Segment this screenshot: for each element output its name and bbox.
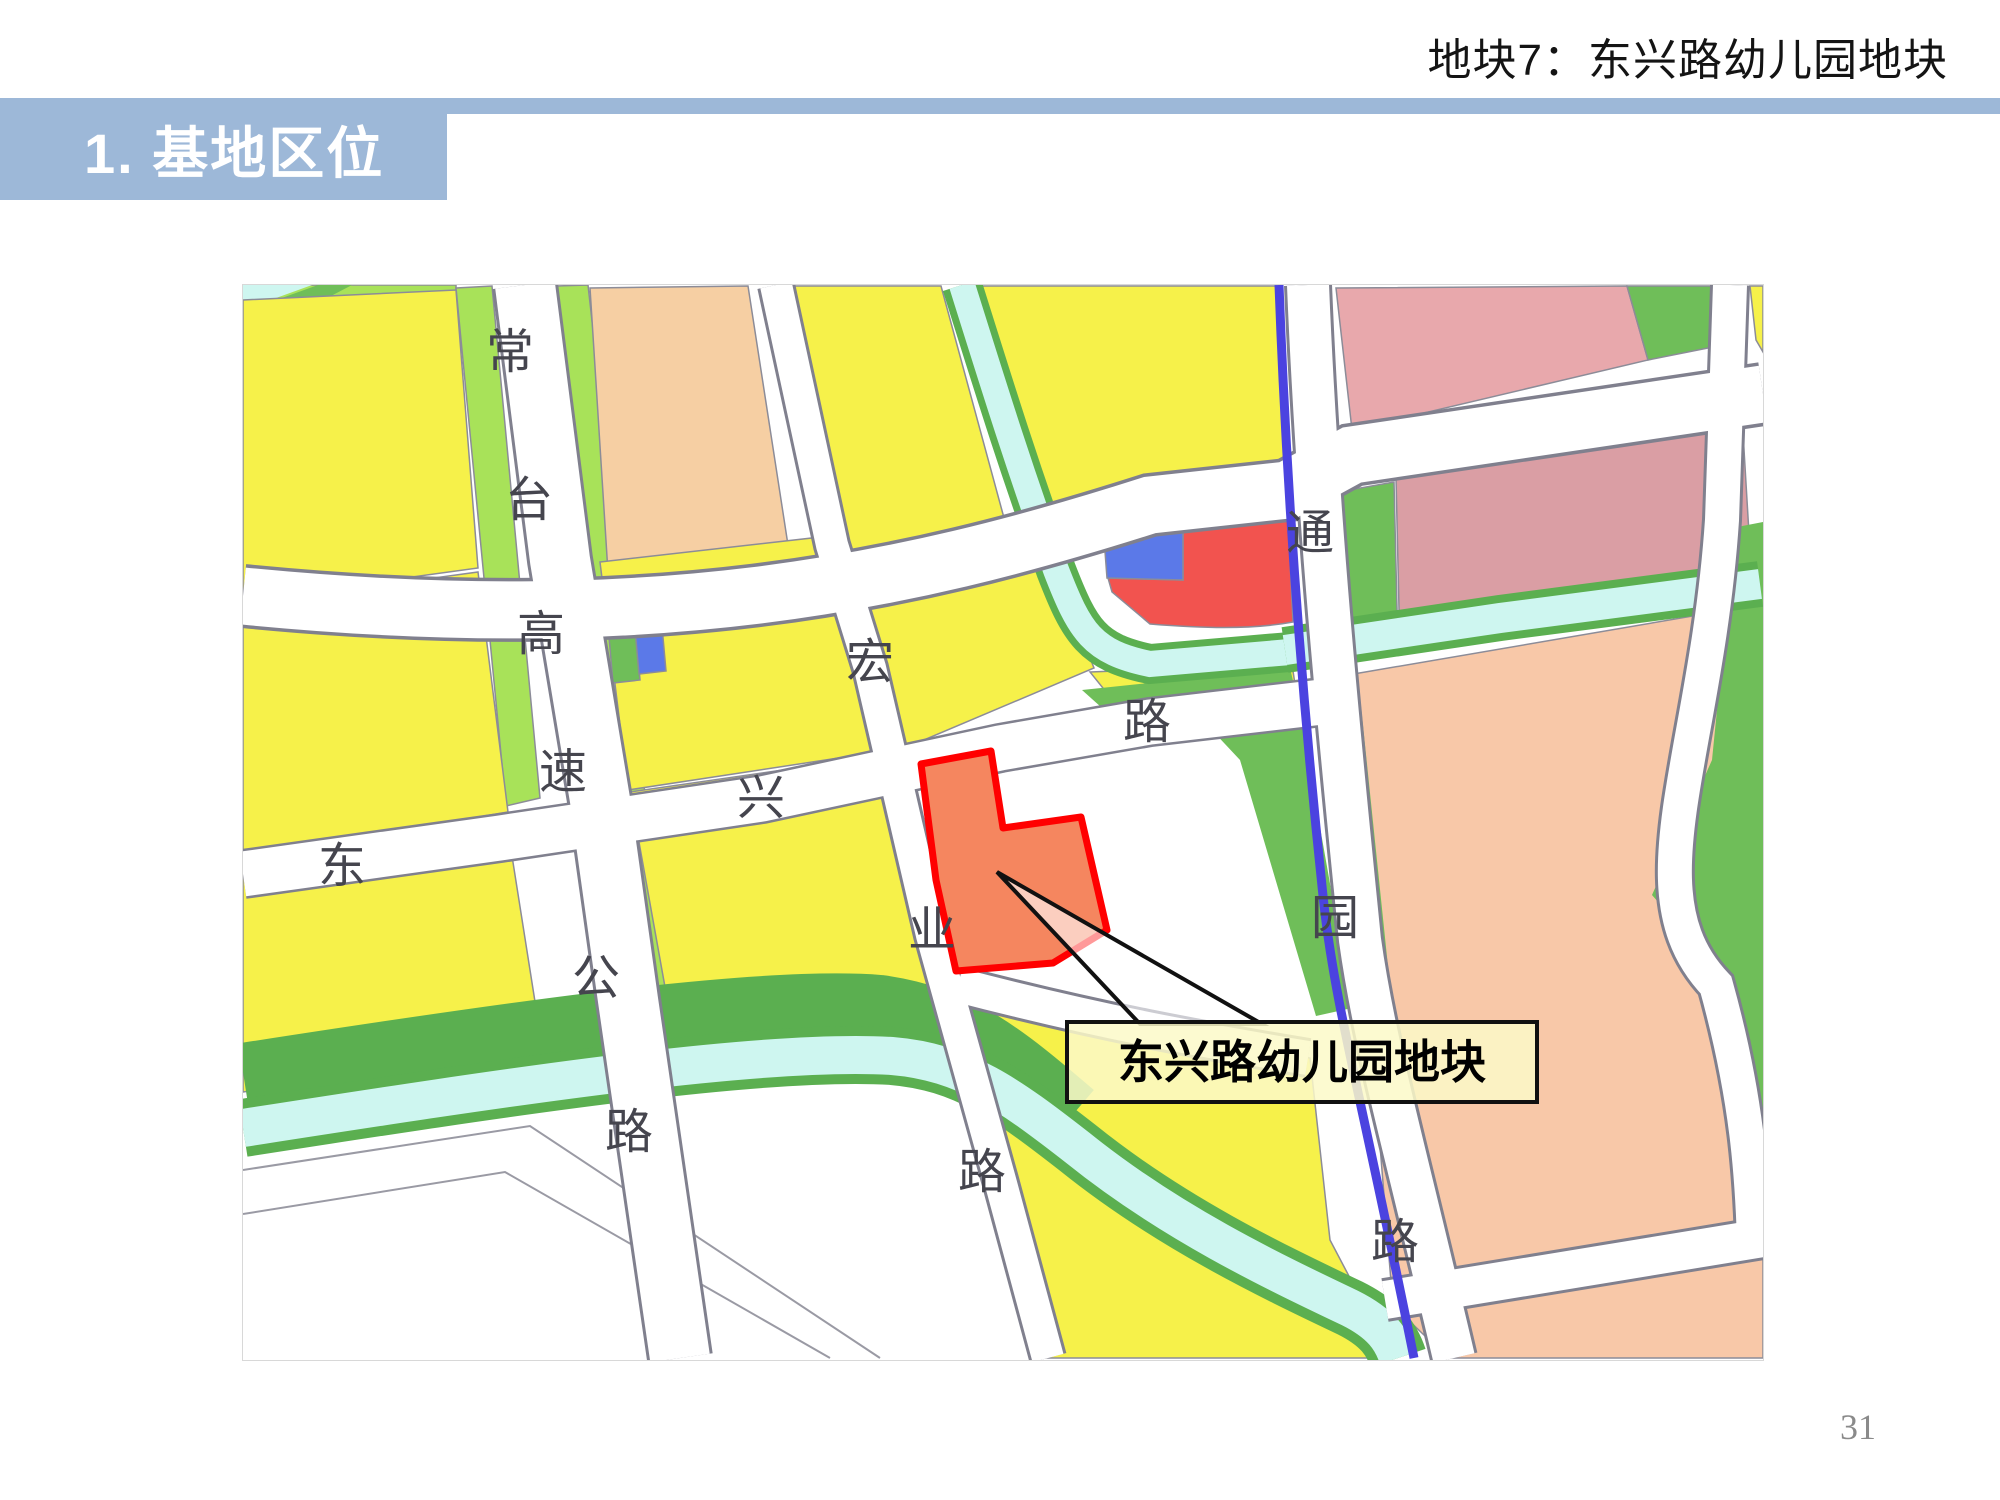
plan-boundary-lines xyxy=(243,1126,880,1358)
road-label-char: 路 xyxy=(1371,1216,1419,1269)
callout-label: 东兴路幼儿园地块 xyxy=(1118,1036,1486,1088)
road-label-char: 园 xyxy=(1311,892,1359,945)
boundary-line-outer xyxy=(243,1126,880,1358)
road-label-char: 路 xyxy=(1123,696,1171,749)
road-label-char: 宏 xyxy=(846,636,894,689)
road-label-char: 常 xyxy=(486,326,534,379)
road-label-char: 公 xyxy=(572,952,620,1005)
boundary-line-inner xyxy=(243,1172,830,1358)
section-header-bar: 1. 基地区位 xyxy=(0,98,447,200)
road-label-char: 业 xyxy=(908,904,956,957)
road-label-char: 高 xyxy=(517,608,565,661)
parcel-yellow-nw xyxy=(243,290,478,600)
road-label-char: 东 xyxy=(318,840,366,893)
zoning-map-svg: 东兴路幼儿园地块 常 台 高 速 公 路 东 兴 路 宏 业 路 通 园 路 xyxy=(243,285,1763,1360)
road-label-char: 台 xyxy=(505,474,553,527)
road-label-char: 通 xyxy=(1286,507,1334,560)
slide-title: 地块7：东兴路幼儿园地块 xyxy=(1428,24,1948,88)
road-label-char: 兴 xyxy=(737,772,785,825)
road-label-char: 路 xyxy=(605,1106,653,1159)
section-header-label: 1. 基地区位 xyxy=(84,109,384,190)
page-number: 31 xyxy=(1840,1406,1876,1448)
location-map: 东兴路幼儿园地块 常 台 高 速 公 路 东 兴 路 宏 业 路 通 园 路 xyxy=(243,285,1763,1360)
parcel-yellow-corner-sliver xyxy=(1750,286,1763,352)
road-label-char: 速 xyxy=(539,746,587,799)
road-label-char: 路 xyxy=(958,1146,1006,1199)
